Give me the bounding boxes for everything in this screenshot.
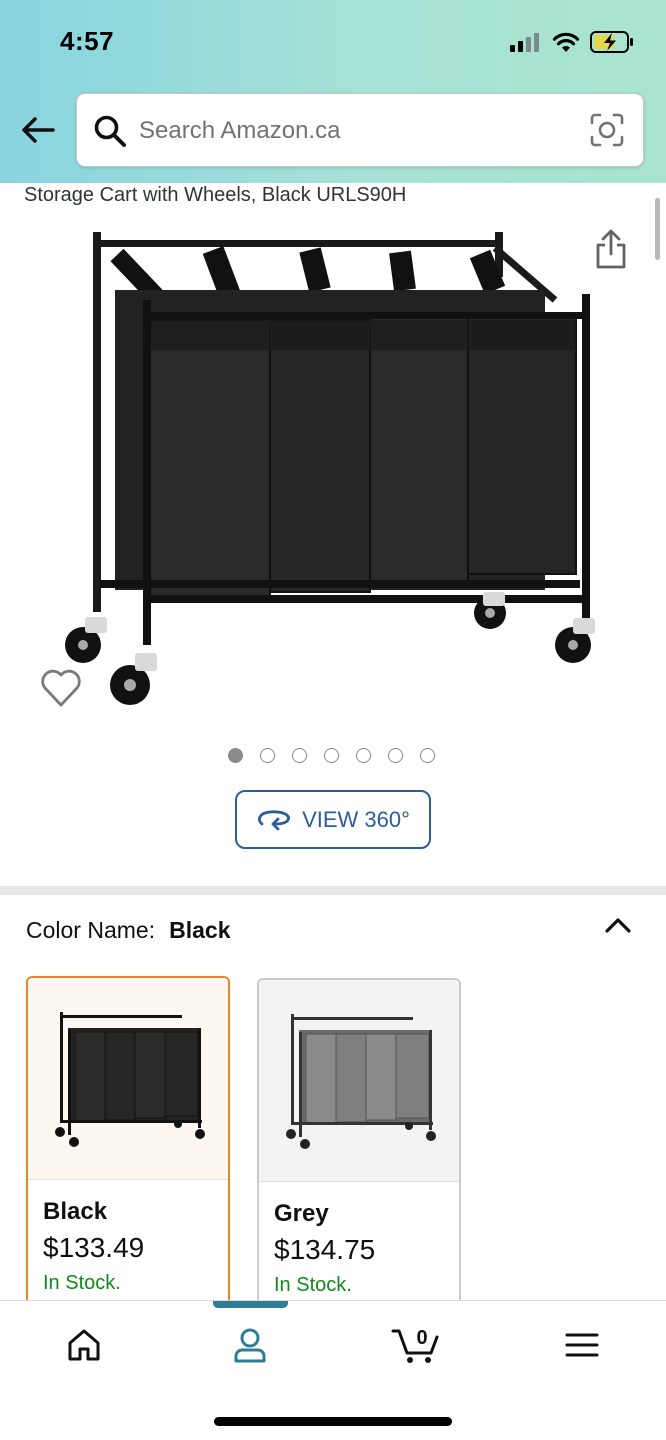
- status-time: 4:57: [60, 26, 115, 56]
- back-button[interactable]: [18, 110, 58, 150]
- color-swatch-black[interactable]: Black $133.49 In Stock.: [26, 976, 230, 1306]
- swatch-name: Black: [43, 1198, 108, 1225]
- account-icon: [234, 1328, 266, 1363]
- app-header: 4:57: [0, 0, 666, 183]
- swatch-price: $134.75: [274, 1234, 376, 1265]
- home-icon: [68, 1329, 100, 1361]
- search-input[interactable]: [139, 108, 579, 154]
- section-divider: [0, 886, 666, 895]
- selected-color-value: Black: [169, 917, 231, 943]
- carousel-dot[interactable]: [292, 748, 307, 763]
- carousel-dot[interactable]: [228, 748, 243, 763]
- color-swatch-grey[interactable]: Grey $134.75 In Stock.: [257, 978, 461, 1308]
- chevron-up-icon: [605, 918, 631, 933]
- product-image[interactable]: [55, 220, 615, 720]
- color-name-label: Color Name:: [26, 917, 156, 943]
- back-arrow-icon: [22, 117, 55, 143]
- search-box[interactable]: [76, 93, 644, 167]
- swatch-stock-status: In Stock.: [274, 1274, 352, 1296]
- camera-lens-icon[interactable]: [589, 112, 625, 148]
- scrollbar-thumb: [655, 198, 660, 260]
- carousel-dot[interactable]: [420, 748, 435, 763]
- nav-menu[interactable]: [552, 1323, 612, 1367]
- swatch-thumbnail: [286, 1014, 436, 1149]
- share-icon: [596, 229, 626, 269]
- battery-charging-icon: [590, 31, 633, 53]
- image-carousel-dots: [228, 748, 435, 763]
- carousel-dot[interactable]: [388, 748, 403, 763]
- swatch-thumbnail: [55, 1012, 205, 1147]
- cart-count-badge: 0: [416, 1327, 428, 1349]
- color-name-row: Color Name: Black: [26, 917, 230, 944]
- rotate-360-icon: [258, 809, 291, 830]
- view-360-label: VIEW 360°: [302, 806, 410, 832]
- active-tab-indicator: [213, 1301, 288, 1308]
- nav-cart[interactable]: 0: [386, 1323, 446, 1367]
- bottom-nav-bar: 0: [0, 1300, 666, 1440]
- wishlist-button[interactable]: [40, 668, 82, 713]
- cellular-signal-icon: [510, 33, 539, 52]
- carousel-dot[interactable]: [356, 748, 371, 763]
- swatch-stock-status: In Stock.: [43, 1272, 121, 1294]
- collapse-button[interactable]: [604, 915, 632, 940]
- share-button[interactable]: [594, 228, 628, 275]
- swatch-image-grey: [259, 980, 459, 1182]
- heart-icon: [41, 669, 81, 707]
- view-360-button[interactable]: VIEW 360°: [235, 790, 431, 849]
- home-indicator[interactable]: [214, 1417, 452, 1426]
- swatch-image-black: [28, 978, 228, 1180]
- nav-account[interactable]: [220, 1323, 280, 1367]
- menu-icon: [565, 1333, 599, 1357]
- swatch-price: $133.49: [43, 1232, 145, 1263]
- carousel-dot[interactable]: [260, 748, 275, 763]
- product-title[interactable]: Storage Cart with Wheels, Black URLS90H: [24, 184, 406, 207]
- carousel-dot[interactable]: [324, 748, 339, 763]
- search-icon: [94, 115, 126, 147]
- wifi-icon: [552, 32, 580, 52]
- swatch-name: Grey: [274, 1200, 329, 1227]
- nav-home[interactable]: [54, 1323, 114, 1367]
- status-icons: [510, 28, 634, 56]
